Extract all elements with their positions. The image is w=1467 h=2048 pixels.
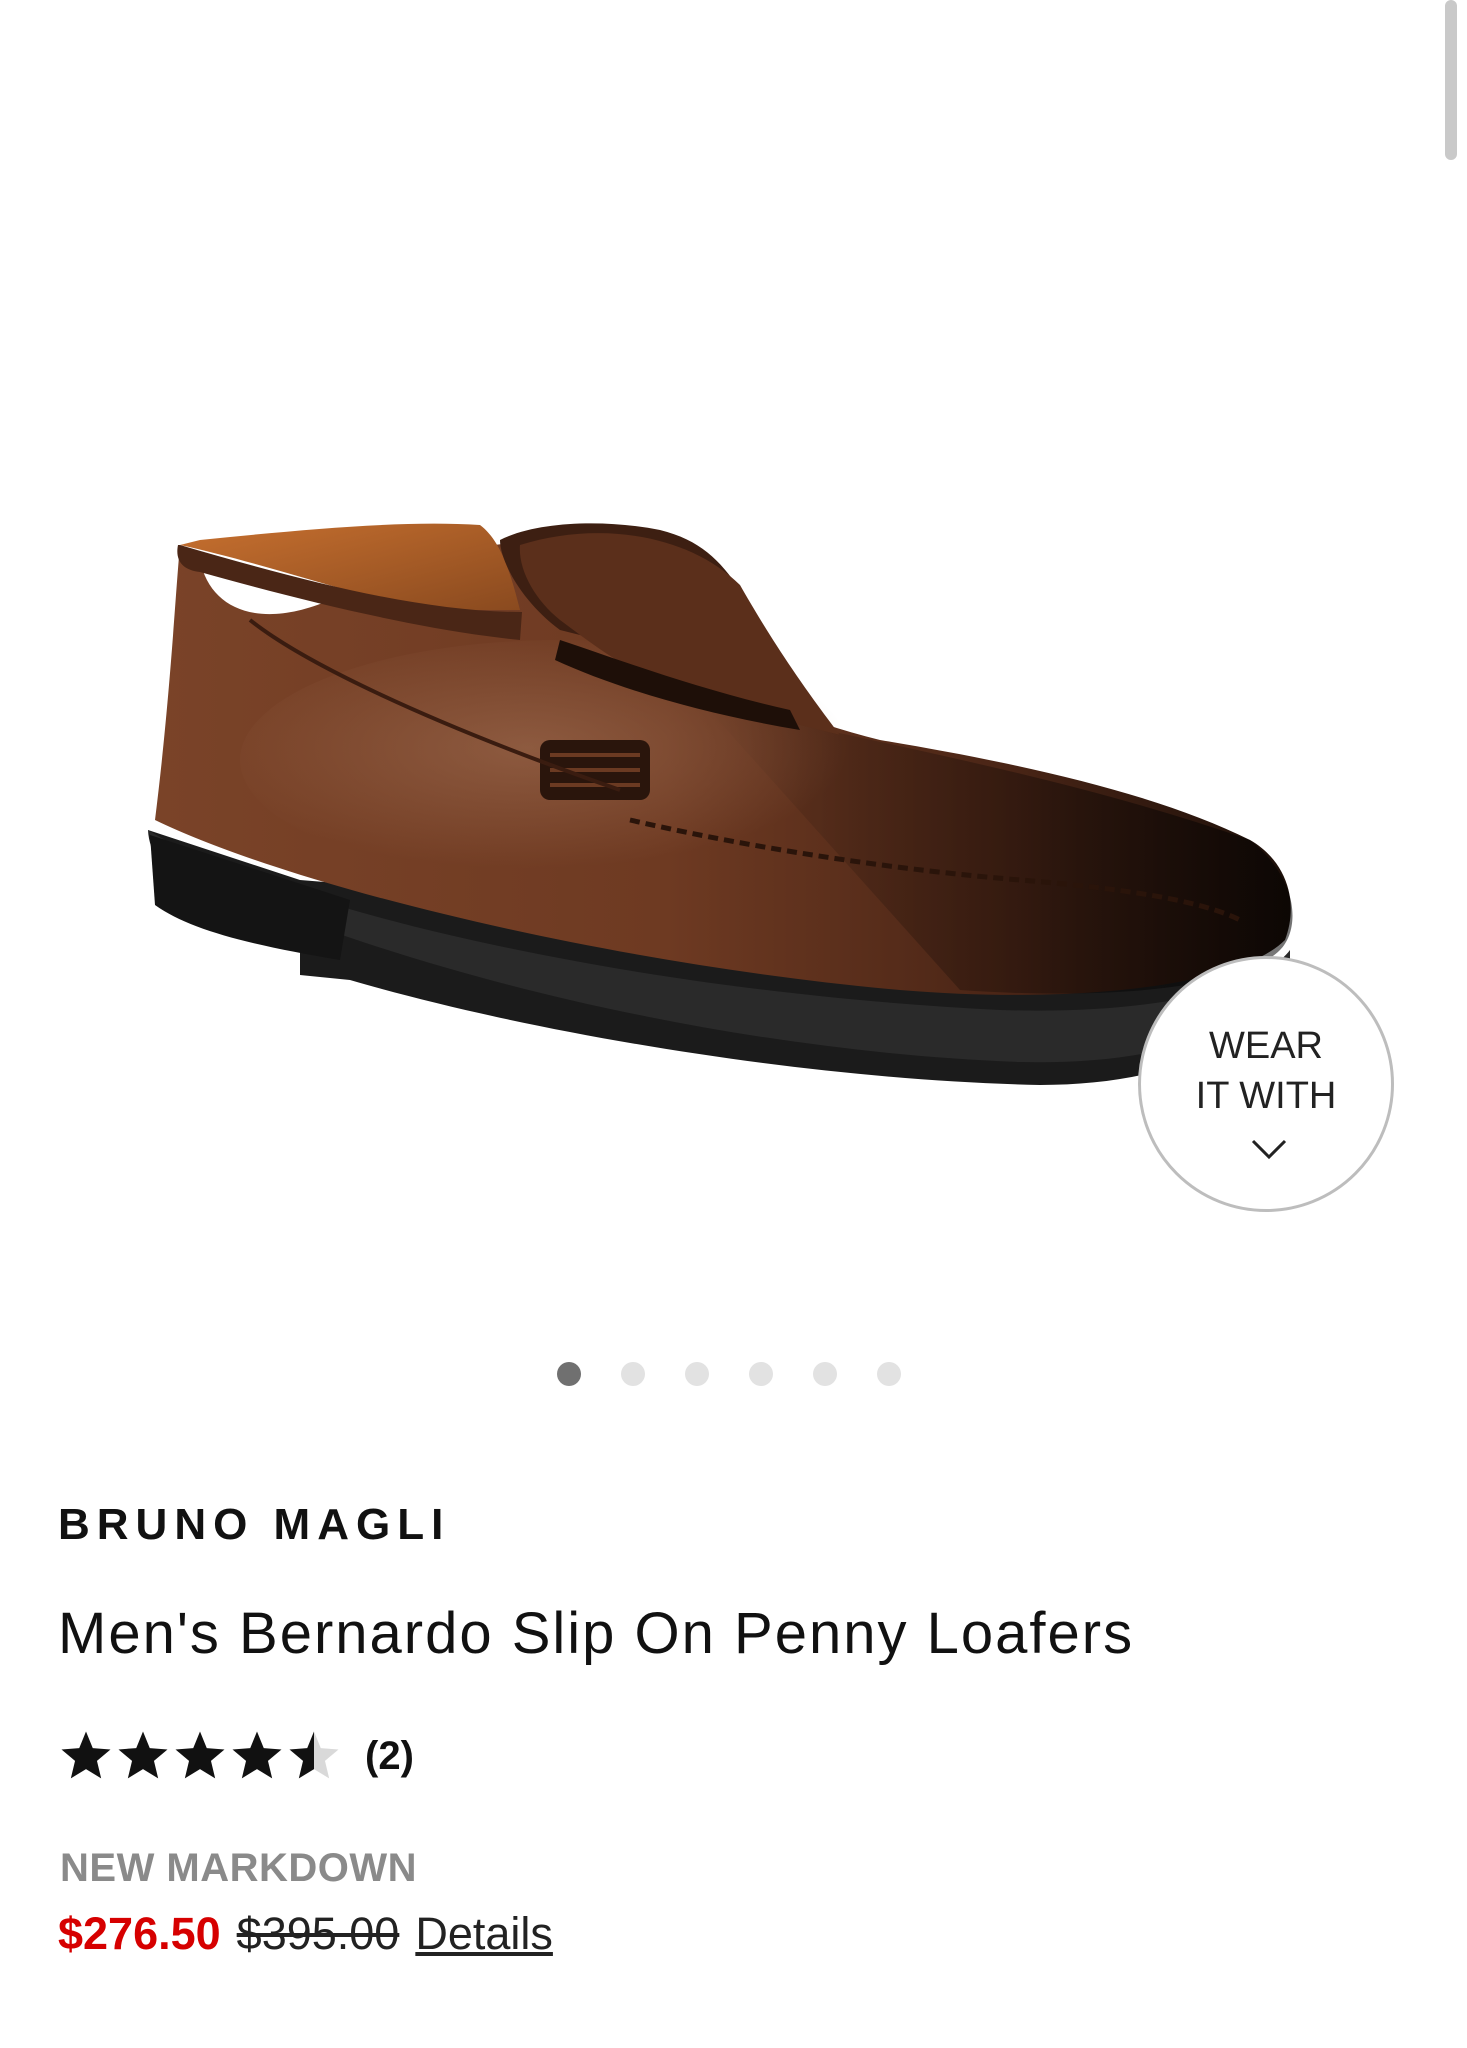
star-rating bbox=[58, 1728, 343, 1784]
pagination-dot-5[interactable] bbox=[813, 1362, 837, 1386]
review-count[interactable]: (2) bbox=[365, 1734, 414, 1779]
pagination-dot-3[interactable] bbox=[685, 1362, 709, 1386]
image-pagination-dots bbox=[0, 1362, 1467, 1392]
star-full-icon bbox=[118, 1731, 168, 1779]
wear-it-with-button[interactable]: WEAR IT WITH bbox=[1138, 956, 1394, 1212]
pagination-dot-1[interactable] bbox=[557, 1362, 581, 1386]
star-full-icon bbox=[232, 1731, 282, 1779]
wear-it-with-label-line1: WEAR bbox=[1209, 1025, 1323, 1067]
star-half-icon bbox=[289, 1731, 339, 1779]
pagination-dot-2[interactable] bbox=[621, 1362, 645, 1386]
pagination-dot-4[interactable] bbox=[749, 1362, 773, 1386]
product-image-gallery[interactable]: WEAR IT WITH bbox=[0, 0, 1467, 1300]
wear-it-with-label-line2: IT WITH bbox=[1195, 1075, 1337, 1117]
price-details-link[interactable]: Details bbox=[415, 1908, 553, 1960]
star-full-icon bbox=[61, 1731, 111, 1779]
product-rating[interactable]: (2) bbox=[58, 1726, 414, 1786]
sale-price: $276.50 bbox=[58, 1908, 221, 1959]
star-full-icon bbox=[175, 1731, 225, 1779]
original-price: $395.00 bbox=[236, 1908, 400, 1959]
product-title: Men's Bernardo Slip On Penny Loafers bbox=[58, 1601, 1135, 1666]
pagination-dot-6[interactable] bbox=[877, 1362, 901, 1386]
chevron-down-icon bbox=[1251, 1139, 1287, 1160]
markdown-badge: NEW MARKDOWN bbox=[60, 1846, 418, 1890]
brand-name[interactable]: BRUNO MAGLI bbox=[58, 1500, 450, 1550]
price-row: $276.50 $395.00 Details bbox=[58, 1908, 553, 1960]
